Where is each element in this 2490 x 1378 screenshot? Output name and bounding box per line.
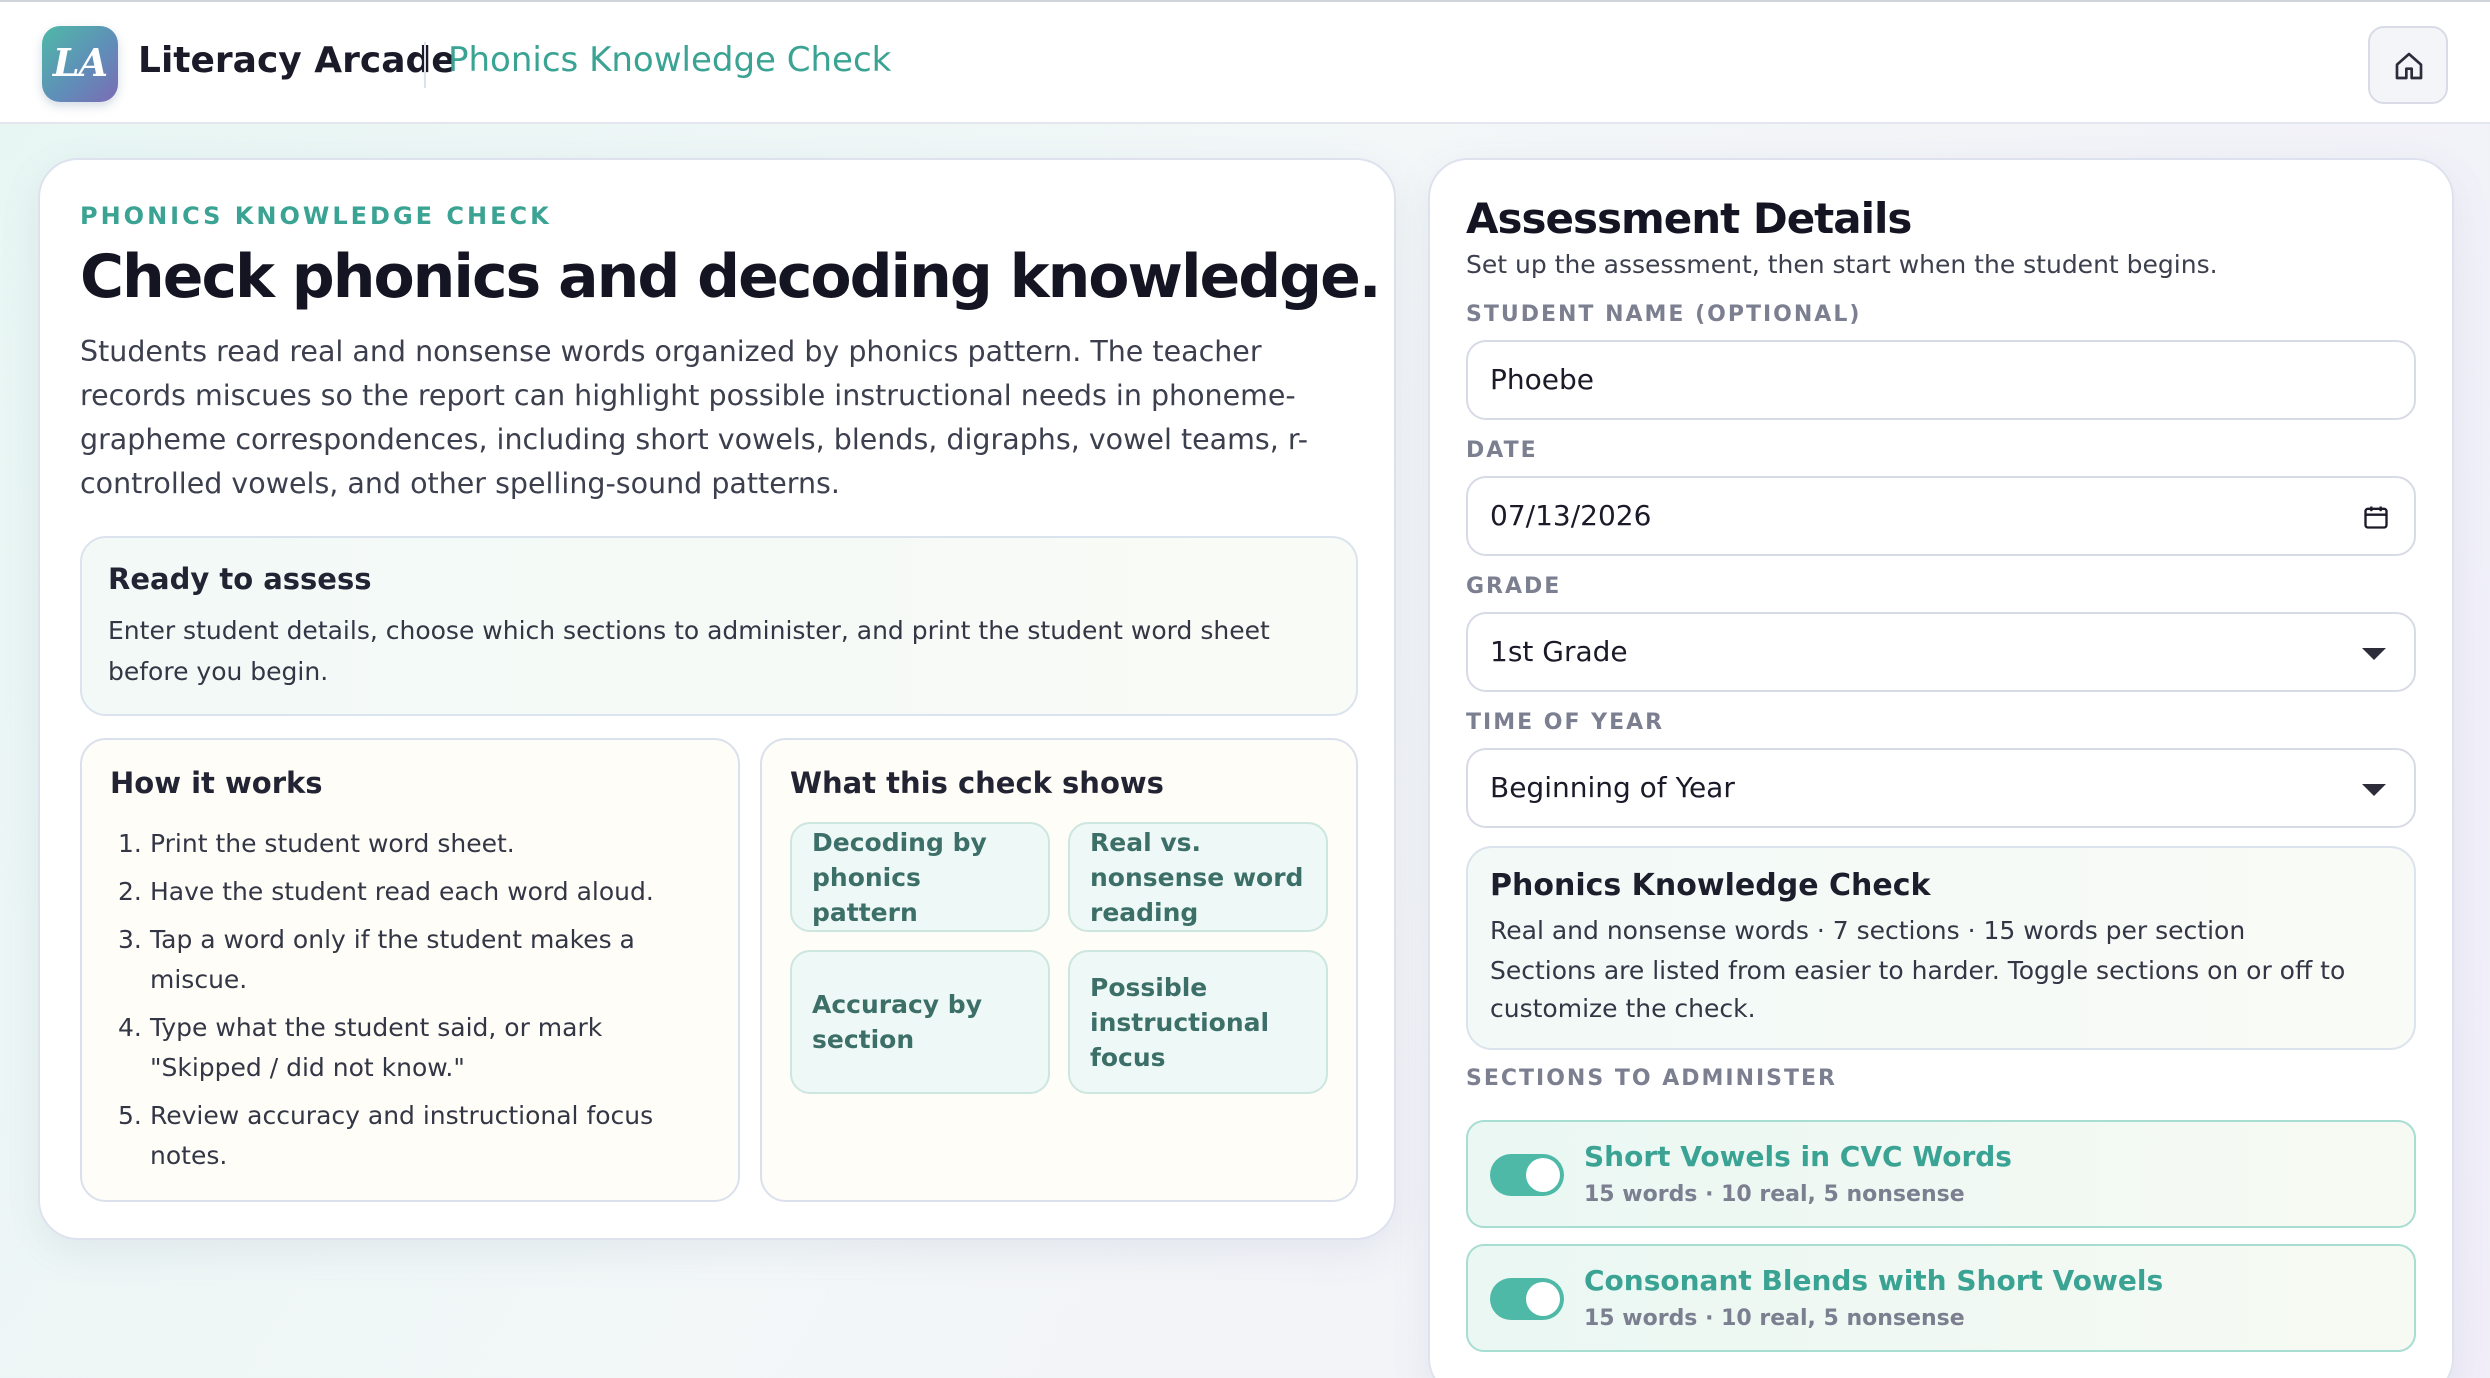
chevron-down-icon (2362, 648, 2386, 660)
how-it-works-title: How it works (110, 766, 323, 800)
check-info-description: Sections are listed from easier to harde… (1490, 956, 2346, 1023)
grade-label: GRADE (1466, 574, 1562, 599)
chevron-down-icon (2362, 784, 2386, 796)
chip-real-vs-nonsense: Real vs. nonsense word reading (1068, 822, 1328, 932)
step-item: 4. Type what the student said, or mark "S… (118, 1013, 603, 1082)
brand-divider (424, 42, 426, 88)
check-info-meta: Real and nonsense words · 7 sections · 1… (1490, 916, 2246, 945)
step-item: 1. Print the student word sheet. (118, 829, 515, 858)
student-name-input[interactable]: Phoebe (1466, 340, 2416, 420)
brand-name: Literacy Arcade (138, 40, 456, 81)
student-name-label: STUDENT NAME (OPTIONAL) (1466, 302, 1862, 327)
chip-instructional-focus: Possible instructional focus (1068, 950, 1328, 1094)
ready-title: Ready to assess (108, 562, 372, 596)
time-of-year-value: Beginning of Year (1490, 771, 1735, 804)
check-info-title: Phonics Knowledge Check (1490, 868, 1931, 903)
assessment-details-card: Assessment Details Set up the assessment… (1428, 158, 2454, 1378)
chip-accuracy: Accuracy by section (790, 950, 1050, 1094)
sections-label: SECTIONS TO ADMINISTER (1466, 1066, 1837, 1091)
how-it-works-panel: How it works 1. Print the student word sh… (80, 738, 740, 1202)
intro-eyebrow: PHONICS KNOWLEDGE CHECK (80, 202, 552, 230)
intro-description: Students read real and nonsense words or… (80, 335, 1309, 500)
time-of-year-select[interactable]: Beginning of Year (1466, 748, 2416, 828)
grade-select[interactable]: 1st Grade (1466, 612, 2416, 692)
calendar-icon[interactable] (2362, 503, 2390, 531)
steps-list: 1. Print the student word sheet. 2. Have t… (110, 824, 720, 1184)
page-subtitle: Phonics Knowledge Check (448, 40, 892, 80)
intro-headline: Check phonics and decoding knowledge. (80, 242, 1382, 312)
home-icon (2395, 52, 2423, 80)
intro-card: PHONICS KNOWLEDGE CHECK Check phonics an… (38, 158, 1396, 1240)
date-input[interactable]: 07/13/2026 (1466, 476, 2416, 556)
section-meta: 15 words · 10 real, 5 nonsense (1584, 1182, 1965, 1207)
ready-panel: Ready to assess Enter student details, c… (80, 536, 1358, 716)
grade-value: 1st Grade (1490, 635, 1628, 668)
details-subtitle: Set up the assessment, then start when t… (1466, 250, 2218, 279)
section-meta: 15 words · 10 real, 5 nonsense (1584, 1306, 1965, 1331)
section-short-vowels[interactable]: Short Vowels in CVC Words 15 words · 10 … (1466, 1120, 2416, 1228)
step-item: 5. Review accuracy and instructional focu… (118, 1101, 654, 1170)
section-name: Consonant Blends with Short Vowels (1584, 1264, 2164, 1297)
ready-text: Enter student details, choose which sect… (108, 616, 1270, 686)
chip-decoding: Decoding by phonics pattern (790, 822, 1050, 932)
top-bar: LA Literacy Arcade Phonics Knowledge Che… (0, 0, 2490, 124)
what-it-shows-title: What this check shows (790, 766, 1164, 800)
date-label: DATE (1466, 438, 1538, 463)
step-item: 3. Tap a word only if the student makes a… (118, 925, 635, 994)
date-value: 07/13/2026 (1490, 499, 1652, 532)
section-consonant-blends[interactable]: Consonant Blends with Short Vowels 15 wo… (1466, 1244, 2416, 1352)
step-item: 2. Have the student read each word aloud. (118, 877, 654, 906)
check-info-panel: Phonics Knowledge Check Real and nonsens… (1466, 846, 2416, 1050)
section-toggle[interactable] (1490, 1154, 1564, 1196)
section-name: Short Vowels in CVC Words (1584, 1140, 2012, 1173)
toggle-knob (1526, 1158, 1560, 1192)
time-of-year-label: TIME OF YEAR (1466, 710, 1665, 735)
toggle-knob (1526, 1282, 1560, 1316)
section-toggle[interactable] (1490, 1278, 1564, 1320)
literacy-arcade-logo[interactable]: LA (42, 26, 118, 102)
what-it-shows-panel: What this check shows Decoding by phonic… (760, 738, 1358, 1202)
details-title: Assessment Details (1466, 194, 1912, 243)
home-button[interactable] (2368, 26, 2448, 104)
